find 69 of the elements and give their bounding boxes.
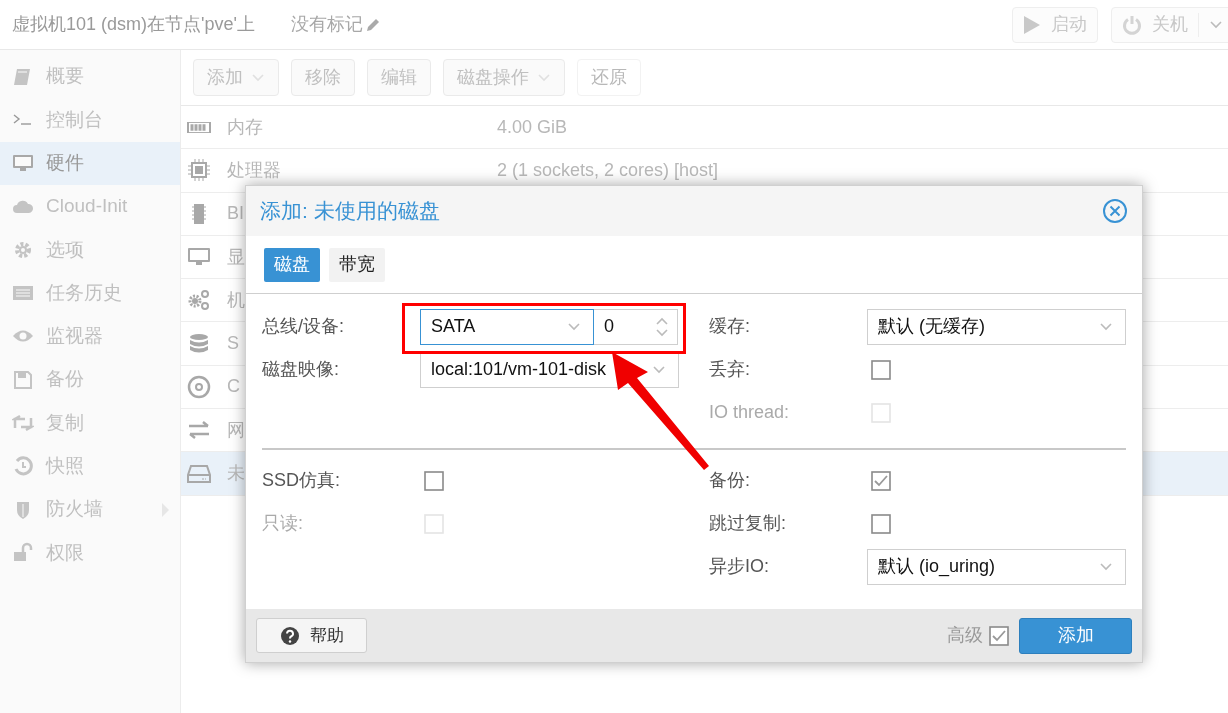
- checkbox[interactable]: [424, 470, 444, 491]
- sidebar-item[interactable]: 监视器: [0, 314, 180, 359]
- table-cell-text: 2 (1 sockets, 2 cores) [host]: [497, 158, 719, 182]
- help-icon: [279, 625, 300, 646]
- toolbar-button[interactable]: 磁盘操作: [443, 59, 565, 96]
- table-cell-text: 机: [227, 288, 245, 312]
- pencil-icon: [364, 16, 381, 33]
- field-label: 缓存:: [709, 315, 751, 338]
- sidebar-item[interactable]: 防火墙: [0, 487, 180, 532]
- help-button[interactable]: 帮助: [256, 618, 367, 653]
- sidebar-item[interactable]: 选项: [0, 228, 180, 272]
- table-cell-text: C: [227, 375, 240, 399]
- table-cell-text: 处理器: [227, 158, 281, 182]
- history-icon: [12, 455, 34, 478]
- dialog-title: 添加: 未使用的磁盘: [260, 198, 440, 225]
- padlock-icon: [12, 541, 34, 564]
- number-field[interactable]: 0: [594, 308, 678, 345]
- table-cell-text: 网: [227, 418, 245, 442]
- checkbox[interactable]: [871, 359, 891, 380]
- power-icon: [1122, 14, 1142, 35]
- spinner-icon[interactable]: [655, 315, 669, 338]
- table-cell-text: 显: [227, 245, 245, 269]
- gears-icon: [187, 288, 211, 313]
- toolbar-button[interactable]: 编辑: [367, 59, 431, 96]
- sidebar-item[interactable]: Cloud-Init: [0, 184, 180, 229]
- play-icon: [1023, 14, 1041, 35]
- field-label: 只读:: [262, 512, 304, 535]
- table-cell-text: BI: [227, 202, 244, 226]
- dropdown-field[interactable]: 默认 (io_uring): [867, 548, 1126, 585]
- field-label: 异步IO:: [709, 555, 770, 578]
- dropdown-field[interactable]: 默认 (无缓存): [867, 308, 1126, 345]
- table-cell-text: S: [227, 332, 239, 356]
- field-label: SSD仿真:: [262, 469, 341, 492]
- disc-icon: [187, 374, 211, 399]
- floppy-icon: [12, 368, 34, 391]
- toolbar-button[interactable]: 添加: [193, 59, 279, 96]
- field-label: IO thread:: [709, 401, 791, 424]
- field-label: 丢弃:: [709, 358, 751, 381]
- dropdown-field[interactable]: SATA: [420, 308, 594, 345]
- tags-label[interactable]: 没有标记: [290, 11, 381, 38]
- page-title: 虚拟机101 (dsm)在节点'pve'上: [12, 13, 255, 36]
- field-label: 跳过复制:: [709, 512, 787, 535]
- table-cell-text: 未: [227, 462, 245, 485]
- sidebar-item[interactable]: 快照: [0, 444, 180, 488]
- table-cell-text: 4.00 GiB: [497, 115, 568, 139]
- toolbar-button[interactable]: 移除: [291, 59, 355, 96]
- processor-icon: [187, 158, 211, 183]
- sidebar-item[interactable]: 权限: [0, 531, 180, 575]
- sidebar-item[interactable]: 概要: [0, 55, 180, 99]
- field-label: 磁盘映像:: [262, 358, 340, 381]
- sidebar-item[interactable]: 复制: [0, 401, 180, 445]
- sidebar-item[interactable]: 控制台: [0, 98, 180, 142]
- checkbox[interactable]: [871, 470, 891, 491]
- sidebar-item[interactable]: 任务历史: [0, 271, 180, 315]
- table-cell-text: 内存: [227, 115, 263, 139]
- sidebar-item[interactable]: 备份: [0, 358, 180, 402]
- field-label: 总线/设备:: [262, 315, 345, 338]
- memory-icon: [187, 121, 211, 133]
- advanced-label: 高级: [947, 624, 983, 647]
- table-row[interactable]: 内存 4.00 GiB: [181, 106, 1228, 150]
- repeat-icon: [12, 412, 34, 434]
- tab[interactable]: 磁盘: [264, 247, 320, 282]
- field-label: 备份:: [709, 469, 751, 492]
- checkbox[interactable]: [989, 625, 1009, 646]
- close-icon[interactable]: [1102, 198, 1128, 224]
- add-button[interactable]: 添加: [1019, 617, 1132, 654]
- tab[interactable]: 带宽: [329, 247, 385, 282]
- sidebar-item[interactable]: 硬件: [0, 141, 180, 185]
- checkbox[interactable]: [871, 513, 891, 534]
